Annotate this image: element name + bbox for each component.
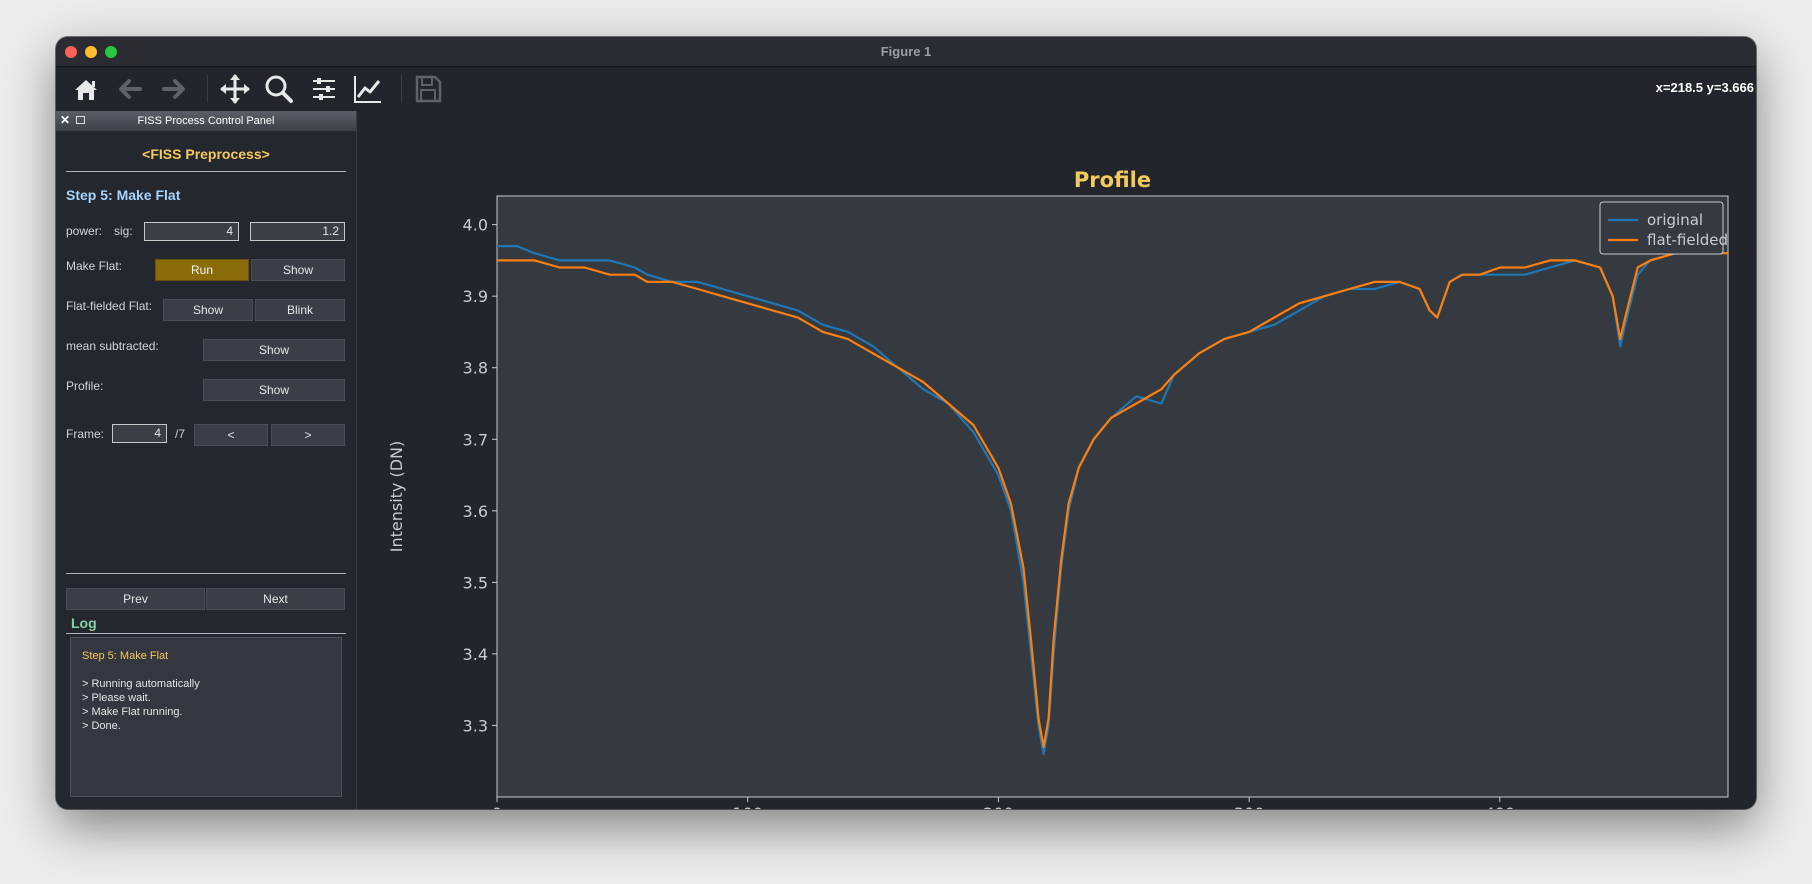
divider	[66, 573, 346, 574]
preprocess-title: <FISS Preprocess>	[142, 146, 270, 162]
next-frame-button[interactable]: >	[271, 424, 345, 446]
plot-area	[496, 195, 1729, 798]
legend-label: flat-fielded	[1647, 231, 1728, 249]
frame-label: Frame:	[66, 427, 105, 441]
toolbar-separator	[401, 75, 402, 103]
toolbar-separator	[207, 75, 208, 103]
profile-chart[interactable]: 01002003004003.33.43.53.63.73.83.94.0Wav…	[357, 111, 1756, 809]
edit-axes-icon	[354, 76, 381, 103]
y-tick-label: 3.3	[463, 716, 488, 735]
flatfielded-show-button[interactable]: Show	[163, 299, 253, 321]
log-line: > Make Flat running.	[82, 706, 183, 718]
configure-subplots-button[interactable]	[306, 71, 342, 107]
make-flat-label: Make Flat:	[66, 259, 123, 273]
profile-show-button[interactable]: Show	[203, 379, 345, 401]
pan-move-icon	[220, 74, 250, 104]
y-tick-label: 3.5	[463, 573, 488, 592]
y-tick-label: 4.0	[463, 216, 488, 235]
forward-button[interactable]	[156, 71, 192, 107]
step-title: Step 5: Make Flat	[66, 187, 181, 203]
save-button[interactable]	[410, 71, 446, 107]
frame-total: /7	[175, 427, 186, 441]
x-tick-label: 0	[492, 804, 502, 809]
log-box: Step 5: Make Flat > Running automaticall…	[70, 637, 342, 797]
control-panel: ✕ FISS Process Control Panel <FISS Prepr…	[56, 111, 357, 809]
zoom-magnifier-icon	[265, 75, 293, 103]
home-button[interactable]	[68, 71, 104, 107]
make-flat-run-button[interactable]: Run	[155, 259, 249, 281]
y-tick-label: 3.9	[463, 287, 488, 306]
y-tick-label: 3.4	[463, 645, 488, 664]
forward-arrow-icon	[162, 79, 185, 99]
toolbar: x=218.5 y=3.666	[56, 67, 1756, 110]
x-tick-label: 200	[983, 804, 1014, 809]
x-tick-label: 400	[1485, 804, 1516, 809]
divider	[66, 633, 346, 634]
power-input[interactable]: 4	[144, 222, 239, 241]
log-step-heading: Step 5: Make Flat	[82, 650, 169, 662]
y-tick-label: 3.7	[463, 430, 488, 449]
pan-button[interactable]	[217, 71, 253, 107]
log-line: > Please wait.	[82, 692, 151, 704]
figure-canvas[interactable]: 01002003004003.33.43.53.63.73.83.94.0Wav…	[357, 111, 1756, 809]
x-tick-label: 100	[732, 804, 763, 809]
edit-axes-button[interactable]	[350, 71, 386, 107]
sig-label: sig:	[114, 224, 133, 238]
figure-window: Figure 1 x=218.5 y=3.666 ✕ FISS Process …	[56, 37, 1756, 809]
flatfielded-blink-button[interactable]: Blink	[255, 299, 345, 321]
prev-step-button[interactable]: Prev	[66, 588, 205, 610]
divider	[66, 171, 346, 172]
prev-frame-button[interactable]: <	[194, 424, 268, 446]
home-icon	[75, 80, 97, 100]
window-title: Figure 1	[880, 44, 932, 59]
y-tick-label: 3.6	[463, 502, 488, 521]
make-flat-show-button[interactable]: Show	[251, 259, 345, 281]
frame-input[interactable]: 4	[112, 424, 167, 443]
profile-label: Profile:	[66, 379, 104, 393]
log-line: > Done.	[82, 720, 121, 732]
log-line: > Running automatically	[82, 678, 200, 690]
title-bar: Figure 1	[56, 37, 1756, 67]
log-title: Log	[71, 615, 97, 631]
y-tick-label: 3.8	[463, 359, 488, 378]
mean-subtracted-label: mean subtracted:	[66, 339, 159, 353]
zoom-button[interactable]	[261, 71, 297, 107]
panel-window-title: FISS Process Control Panel	[137, 115, 275, 127]
flatfielded-flat-label: Flat-fielded Flat:	[66, 299, 153, 313]
power-label: power:	[66, 224, 103, 238]
back-arrow-icon	[119, 79, 142, 99]
configure-subplots-icon	[313, 78, 335, 100]
x-tick-label: 300	[1234, 804, 1265, 809]
y-axis-label: Intensity (DN)	[387, 441, 406, 553]
save-floppy-icon	[415, 75, 442, 103]
mean-subtracted-show-button[interactable]: Show	[203, 339, 345, 361]
cursor-coordinates: x=218.5 y=3.666	[1655, 80, 1754, 95]
next-step-button[interactable]: Next	[206, 588, 345, 610]
panel-title-bar: ✕ FISS Process Control Panel	[56, 111, 356, 131]
sig-input[interactable]: 1.2	[250, 222, 345, 241]
chart-title: Profile	[1074, 168, 1151, 192]
back-button[interactable]	[112, 71, 148, 107]
legend-label: original	[1647, 211, 1703, 229]
